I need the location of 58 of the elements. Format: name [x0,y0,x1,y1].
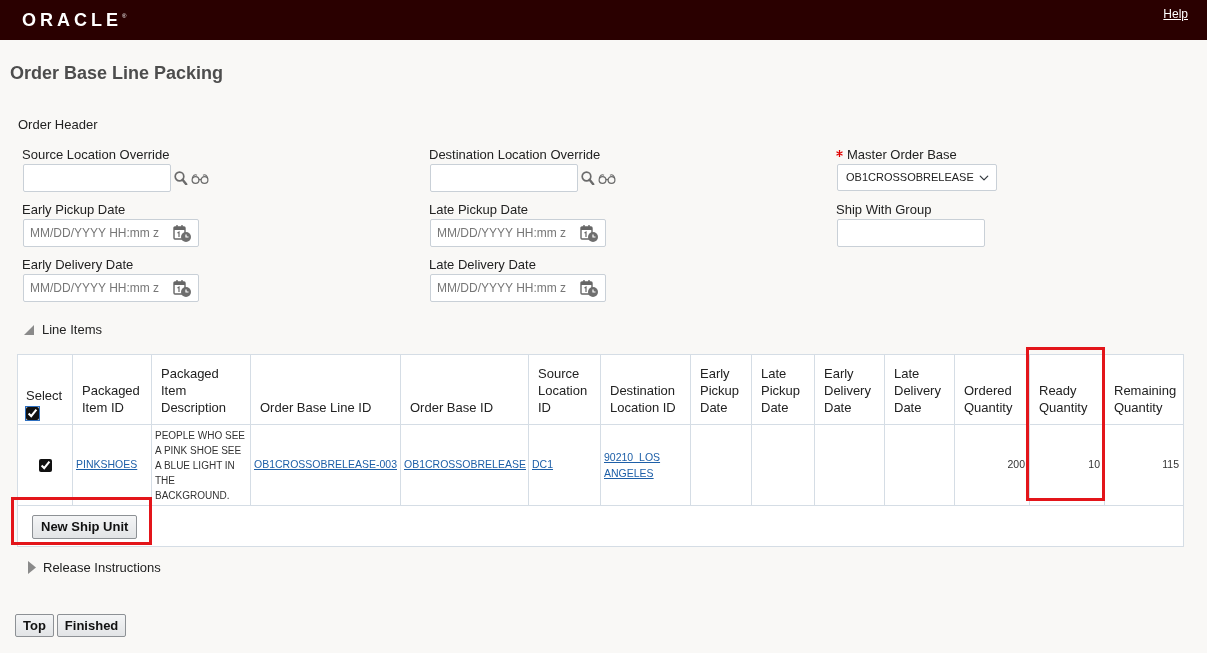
text-field[interactable] [837,219,985,247]
table-link[interactable]: DC1 [532,458,553,471]
column-header: Late Pickup Date [751,354,815,424]
column-header: Early Delivery Date [814,354,885,424]
column-header: Packaged Item Description [151,354,251,424]
column-header: Remaining Quantity [1104,354,1184,424]
dropdown-field[interactable]: OB1CROSSOBRELEASE [837,164,997,191]
table-link[interactable]: OB1CROSSOBRELEASE-003 [254,458,397,471]
field-label: Late Delivery Date [429,256,537,274]
field-label: Early Pickup Date [22,201,127,219]
page-title: Order Base Line Packing [10,62,225,85]
table-cell: PEOPLE WHO SEE A PINK SHOE SEE A BLUE LIGHT IN THE BACKGROUND. [151,424,251,505]
field-label: Source Location Override [22,146,171,164]
column-header: Ready Quantity [1029,354,1105,424]
brand-logo: ORACLE$^{®}$ [22,11,127,29]
column-header: Ordered Quantity [954,354,1030,424]
column-header: Packaged Item ID [72,354,152,424]
column-header: Destination Location ID [600,354,691,424]
section-title: Release Instructions [43,558,161,577]
date-field[interactable]: MM/DD/YYYY HH:mm z [430,274,606,302]
table-link[interactable]: OB1CROSSOBRELEASE [404,458,526,471]
help-link[interactable]: Help [1163,7,1188,21]
date-field[interactable]: MM/DD/YYYY HH:mm z [23,274,199,302]
column-header: Late Delivery Date [884,354,955,424]
date-field[interactable]: MM/DD/YYYY HH:mm z [23,219,199,247]
triangle-right-icon[interactable] [28,561,36,574]
corner-triangle-icon[interactable] [24,325,34,335]
field-label: Master Order Base [847,147,957,162]
select-all-checkbox[interactable] [26,406,39,420]
search-icon[interactable] [174,171,188,185]
lookup-field[interactable] [430,164,578,192]
glasses-icon[interactable] [191,172,209,184]
section-title: Order Header [18,116,98,134]
calendar-icon[interactable] [173,279,191,297]
calendar-icon[interactable] [173,224,191,242]
section-title: Line Items [42,321,102,339]
table-cell: 115 [1104,424,1184,505]
column-header: Select [26,387,63,403]
calendar-icon[interactable] [580,279,598,297]
table-cell: 200 [954,424,1030,505]
new-ship-unit-button[interactable]: New Ship Unit [32,514,138,539]
column-header: Source Location ID [528,354,601,424]
row-checkbox[interactable] [38,458,52,472]
table-link[interactable]: PINKSHOES [76,458,138,471]
search-icon[interactable] [581,171,595,185]
lookup-field[interactable] [23,164,171,192]
date-field[interactable]: MM/DD/YYYY HH:mm z [430,219,606,247]
field-label: Destination Location Override [429,146,602,164]
column-header: Order Base Line ID [250,354,401,424]
column-header: Early Pickup Date [690,354,752,424]
calendar-icon[interactable] [580,224,598,242]
page-button[interactable]: Top [15,613,54,637]
field-label: Ship With Group [836,201,933,219]
page-button[interactable]: Finished [56,613,127,637]
field-label: Late Pickup Date [429,201,529,219]
column-header: Order Base ID [400,354,529,424]
field-label: Early Delivery Date [22,256,135,274]
glasses-icon[interactable] [598,172,616,184]
